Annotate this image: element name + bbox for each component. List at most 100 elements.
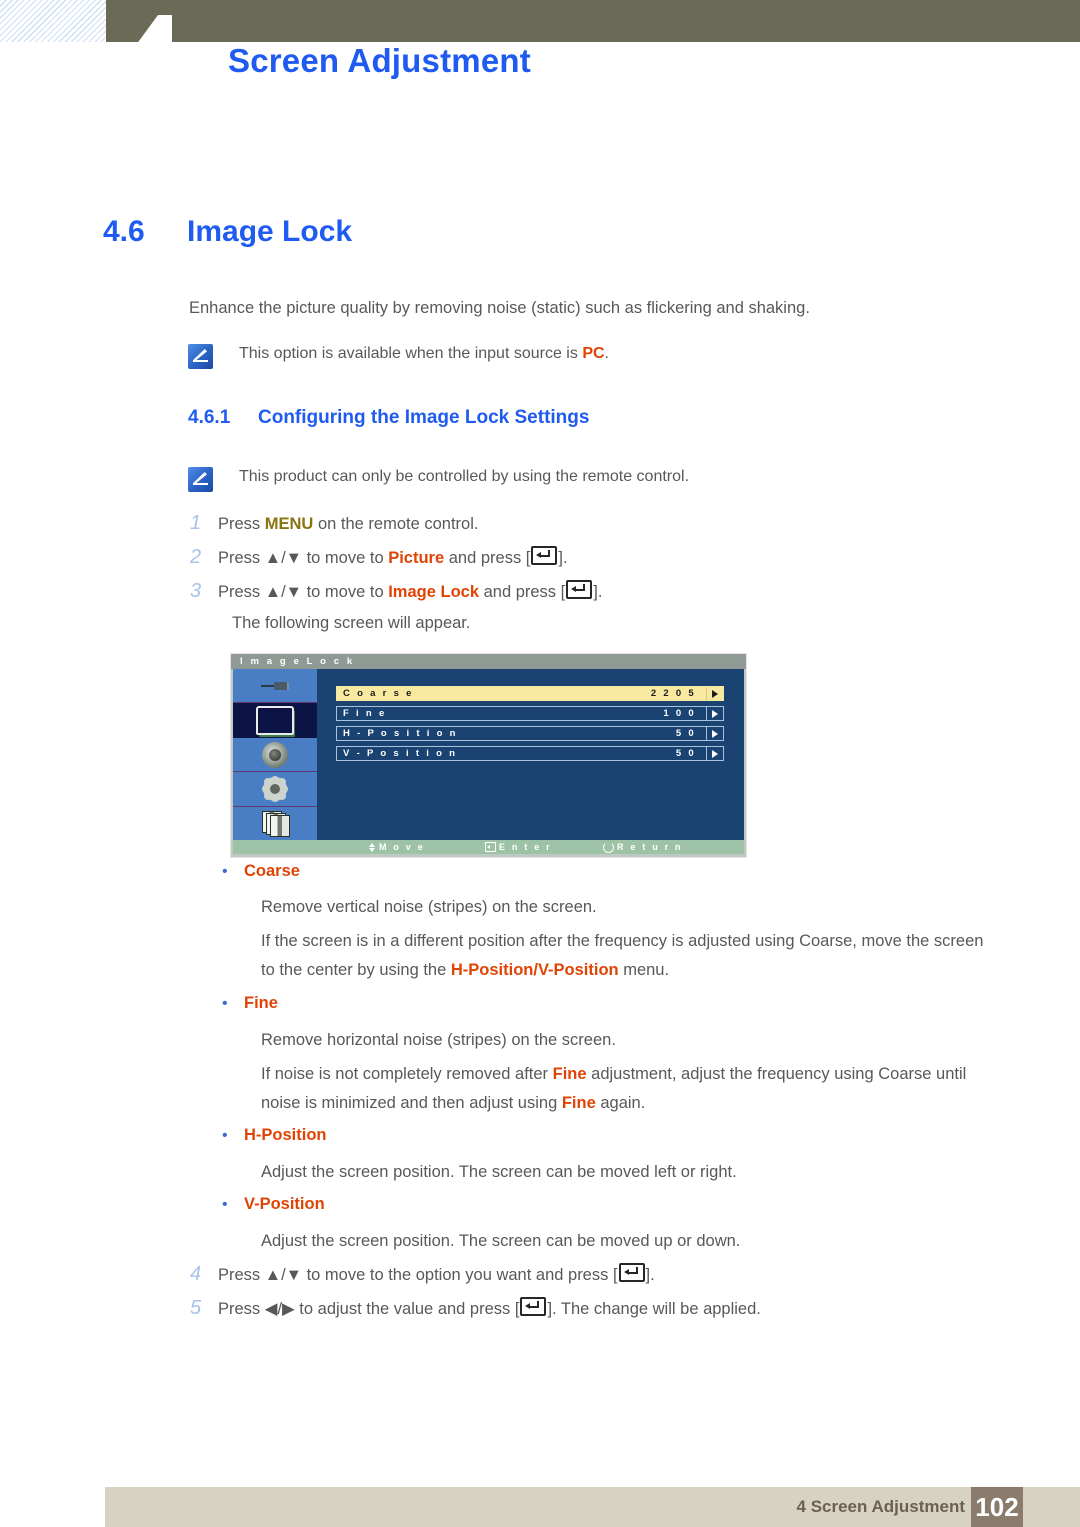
paragraph-keyword-fine-2: Fine — [561, 1094, 596, 1112]
step-item: 5 Press ◀/▶ to adjust the value and pres… — [190, 1297, 761, 1320]
step-keyword-menu: MENU — [264, 515, 314, 533]
osd-row-value: 1 0 0 — [663, 708, 696, 719]
step-text: Press ▲/▼ to move to the option you want… — [218, 1263, 655, 1286]
step-item: 4 Press ▲/▼ to move to the option you wa… — [190, 1263, 655, 1286]
osd-row-label: C o a r s e — [343, 688, 414, 699]
bullet-paragraph: If the screen is in a different position… — [261, 927, 991, 985]
note-text: This option is available when the input … — [239, 343, 609, 365]
step-item: 3 Press ▲/▼ to move to Image Lock and pr… — [190, 580, 602, 603]
bullet-dot-icon: • — [222, 863, 228, 880]
step-keyword-image-lock: Image Lock — [388, 583, 480, 601]
osd-hint-enter-label: E n t e r — [499, 842, 552, 852]
osd-row-v-position[interactable]: V - P o s i t i o n 5 0 — [336, 746, 724, 761]
bullet-paragraph: Adjust the screen position. The screen c… — [261, 1232, 741, 1250]
step-number: 3 — [190, 580, 202, 602]
osd-title-bar: I m a g e L o c k — [231, 654, 746, 669]
osd-sidebar-item-multiscreen[interactable] — [233, 807, 317, 840]
note-block-input-source: This option is available when the input … — [188, 343, 609, 369]
bullet-dot-icon: • — [222, 995, 228, 1012]
intro-paragraph: Enhance the picture quality by removing … — [189, 299, 810, 317]
input-plug-icon — [261, 681, 289, 690]
up-down-arrow-icon — [369, 842, 376, 852]
osd-sidebar-item-sound[interactable] — [233, 738, 317, 773]
osd-hint-return-label: R e t u r n — [617, 842, 683, 852]
header-title: Screen Adjustment — [228, 42, 531, 79]
bullet-title: Coarse — [244, 862, 300, 880]
step-text-tail: ]. The change will be applied. — [547, 1300, 761, 1318]
osd-menu-panel: C o a r s e 2 2 0 5 F i n e 1 0 0 H - P … — [317, 669, 744, 840]
osd-sidebar — [233, 669, 317, 840]
step-keyword-picture: Picture — [388, 549, 445, 567]
header-olive-bar — [106, 0, 1080, 42]
osd-sidebar-item-setup[interactable] — [233, 772, 317, 807]
step-text: Press ▲/▼ to move to Picture and press [… — [218, 546, 568, 569]
subsection-title-text: Configuring the Image Lock Settings — [258, 407, 590, 428]
enter-key-icon — [531, 546, 558, 565]
step-text-post: on the remote control. — [313, 515, 479, 533]
step-followup-text: The following screen will appear. — [232, 614, 471, 632]
osd-hint-enter: E n t e r — [485, 842, 552, 852]
osd-row-label: F i n e — [343, 708, 387, 719]
osd-sidebar-item-input[interactable] — [233, 669, 317, 704]
osd-row-label: H - P o s i t i o n — [343, 728, 458, 739]
step-text: Press MENU on the remote control. — [218, 513, 478, 535]
monitor-picture-icon — [256, 705, 294, 735]
osd-row-h-position[interactable]: H - P o s i t i o n 5 0 — [336, 726, 724, 741]
step-text-tail: ]. — [558, 549, 568, 567]
step-number: 1 — [190, 512, 202, 534]
step-text-pre: Press ▲/▼ to move to — [218, 549, 389, 567]
chevron-right-icon[interactable] — [706, 727, 723, 740]
footer-chapter-label: 4 Screen Adjustment — [796, 1497, 965, 1516]
chevron-right-icon[interactable] — [706, 747, 723, 760]
osd-row-value: 5 0 — [675, 728, 696, 739]
osd-row-value: 5 0 — [675, 748, 696, 759]
bullet-dot-icon: • — [222, 1196, 228, 1213]
note-text-after: . — [604, 345, 609, 362]
paragraph-pre: If noise is not completely removed after — [261, 1065, 553, 1083]
osd-row-fine[interactable]: F i n e 1 0 0 — [336, 706, 724, 721]
step-text: Press ▲/▼ to move to Image Lock and pres… — [218, 580, 602, 603]
enter-key-icon — [520, 1297, 547, 1316]
chapter-number-glyph — [136, 15, 190, 45]
osd-sidebar-item-picture[interactable] — [233, 703, 317, 738]
chevron-right-icon[interactable] — [706, 707, 723, 720]
note-pencil-icon — [188, 467, 213, 492]
section-number: 4.6 — [103, 215, 145, 248]
step-number: 4 — [190, 1263, 202, 1285]
gear-setup-icon — [263, 776, 287, 801]
bullet-item-fine: • Fine — [222, 994, 278, 1013]
step-text-post: and press [ — [479, 583, 566, 601]
step-text-pre: Press ▲/▼ to move to the option you want… — [218, 1266, 618, 1284]
footer-page-number: 102 — [971, 1487, 1023, 1527]
bullet-dot-icon: • — [222, 1127, 228, 1144]
step-item: 1 Press MENU on the remote control. — [190, 512, 478, 535]
multiscreen-stack-icon — [262, 811, 290, 838]
step-item: 2 Press ▲/▼ to move to Picture and press… — [190, 546, 568, 569]
chevron-right-icon[interactable] — [706, 687, 723, 700]
osd-hint-move-label: M o v e — [379, 842, 425, 852]
enter-key-icon — [485, 842, 496, 852]
enter-key-icon — [618, 1263, 645, 1282]
note-keyword-pc: PC — [582, 345, 605, 362]
osd-hint-move: M o v e — [369, 842, 425, 852]
note-pencil-icon — [188, 344, 213, 369]
bullet-paragraph: If noise is not completely removed after… — [261, 1060, 991, 1118]
subsection-number: 4.6.1 — [188, 407, 231, 428]
osd-screenshot: I m a g e L o c k C o a r s e 2 2 0 5 F … — [231, 654, 746, 857]
bullet-paragraph: Remove vertical noise (stripes) on the s… — [261, 898, 597, 916]
note-text-before: This option is available when the input … — [239, 345, 583, 362]
step-text-pre: Press ◀/▶ to adjust the value and press … — [218, 1300, 520, 1318]
page-title: 4.6 Image Lock — [103, 215, 352, 249]
return-arrow-icon — [603, 841, 614, 853]
osd-row-coarse[interactable]: C o a r s e 2 2 0 5 — [336, 686, 724, 701]
bullet-item-coarse: • Coarse — [222, 862, 300, 881]
bullet-title: H-Position — [244, 1126, 327, 1144]
bullet-item-v-position: • V-Position — [222, 1195, 325, 1214]
bullet-item-h-position: • H-Position — [222, 1126, 327, 1145]
step-text-tail: ]. — [645, 1266, 655, 1284]
paragraph-post: again. — [595, 1094, 646, 1112]
step-text-tail: ]. — [593, 583, 603, 601]
page-header: Screen Adjustment — [0, 0, 1080, 130]
note-text: This product can only be controlled by u… — [239, 468, 690, 485]
note-block-remote-control: This product can only be controlled by u… — [188, 466, 689, 492]
